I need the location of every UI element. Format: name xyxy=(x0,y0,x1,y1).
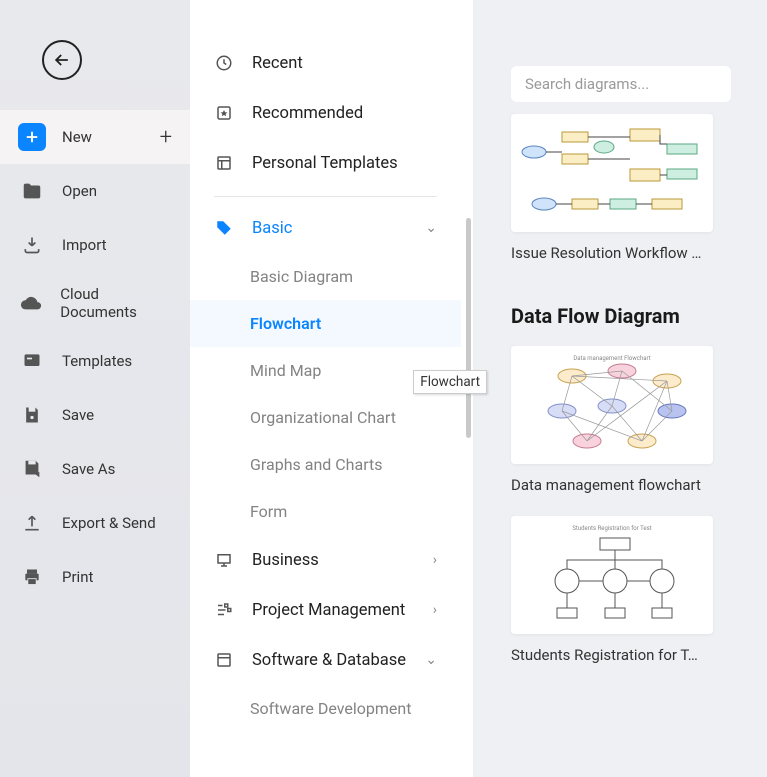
category-label: Project Management xyxy=(252,601,405,620)
category-recent[interactable]: Recent xyxy=(190,38,461,88)
category-personal-templates[interactable]: Personal Templates xyxy=(190,138,461,188)
svg-text:Students Registration for Test: Students Registration for Test xyxy=(572,525,651,532)
sidebar-item-label: Save xyxy=(62,406,94,424)
template-label: Issue Resolution Workflow … xyxy=(511,244,713,262)
sub-organizational-chart[interactable]: Organizational Chart xyxy=(190,394,461,441)
template-thumbnail xyxy=(511,114,713,232)
clock-icon xyxy=(214,53,234,73)
cloud-icon xyxy=(18,289,44,317)
section-title: Data Flow Diagram xyxy=(511,304,767,328)
scrollbar-thumb[interactable] xyxy=(466,218,471,438)
star-icon xyxy=(214,103,234,123)
sub-flowchart[interactable]: Flowchart xyxy=(190,300,461,347)
divider xyxy=(214,196,437,197)
tag-icon xyxy=(214,218,234,238)
save-as-icon xyxy=(18,455,46,483)
search-input[interactable] xyxy=(511,66,731,102)
presentation-icon xyxy=(214,550,234,570)
sidebar-item-label: Templates xyxy=(62,352,132,370)
category-recommended[interactable]: Recommended xyxy=(190,88,461,138)
category-label: Personal Templates xyxy=(252,154,398,173)
add-icon[interactable]: + xyxy=(160,125,172,150)
svg-text:Data management Flowchart: Data management Flowchart xyxy=(573,355,650,362)
sidebar-item-label: Cloud Documents xyxy=(60,285,172,321)
template-thumbnail: Students Registration for Test xyxy=(511,516,713,634)
template-thumbnail: Data management Flowchart xyxy=(511,346,713,464)
template-label: Data management flowchart xyxy=(511,476,713,494)
category-label: Basic xyxy=(252,219,292,238)
plus-square-icon xyxy=(18,123,46,151)
template-card-students-registration[interactable]: Students Registration for Test Students … xyxy=(511,516,713,664)
sidebar-item-label: New xyxy=(62,128,92,146)
category-label: Recommended xyxy=(252,104,363,123)
sidebar-item-cloud-documents[interactable]: Cloud Documents xyxy=(0,272,190,334)
chevron-right-icon: › xyxy=(433,602,437,618)
chevron-down-icon: ⌄ xyxy=(425,652,437,668)
category-basic[interactable]: Basic ⌄ xyxy=(190,203,461,253)
template-label: Students Registration for T… xyxy=(511,646,713,664)
category-software-database[interactable]: Software & Database ⌄ xyxy=(190,635,461,685)
sidebar-item-label: Save As xyxy=(62,460,115,478)
sidebar-item-save[interactable]: Save xyxy=(0,388,190,442)
category-business[interactable]: Business › xyxy=(190,535,461,585)
template-card-data-management[interactable]: Data management Flowchart Data managemen… xyxy=(511,346,713,494)
arrow-left-icon xyxy=(52,50,72,70)
sub-graphs-charts[interactable]: Graphs and Charts xyxy=(190,441,461,488)
save-icon xyxy=(18,401,46,429)
category-label: Business xyxy=(252,551,319,570)
sidebar-item-save-as[interactable]: Save As xyxy=(0,442,190,496)
templates-icon xyxy=(18,347,46,375)
sidebar-item-new[interactable]: New + xyxy=(0,110,190,164)
category-label: Software & Database xyxy=(252,651,406,670)
sidebar-item-import[interactable]: Import xyxy=(0,218,190,272)
back-button[interactable] xyxy=(42,40,82,80)
sub-software-development[interactable]: Software Development xyxy=(190,685,461,732)
sidebar-item-open[interactable]: Open xyxy=(0,164,190,218)
sidebar-item-label: Export & Send xyxy=(62,514,156,532)
tooltip: Flowchart xyxy=(413,370,487,394)
sub-form[interactable]: Form xyxy=(190,488,461,535)
sidebar-item-label: Print xyxy=(62,568,93,586)
sidebar-item-export-send[interactable]: Export & Send xyxy=(0,496,190,550)
export-icon xyxy=(18,509,46,537)
database-icon xyxy=(214,650,234,670)
template-card-issue-resolution[interactable]: Issue Resolution Workflow … xyxy=(511,114,713,262)
chevron-right-icon: › xyxy=(433,552,437,568)
sidebar-item-templates[interactable]: Templates xyxy=(0,334,190,388)
left-sidebar: New + Open Import Cloud Documents Templa… xyxy=(0,0,190,777)
print-icon xyxy=(18,563,46,591)
category-panel: Recent Recommended Personal Templates Ba… xyxy=(190,0,473,777)
sub-basic-diagram[interactable]: Basic Diagram xyxy=(190,253,461,300)
project-icon xyxy=(214,600,234,620)
sidebar-item-label: Import xyxy=(62,236,107,254)
category-project-management[interactable]: Project Management › xyxy=(190,585,461,635)
category-label: Recent xyxy=(252,54,303,73)
sidebar-item-label: Open xyxy=(62,182,97,200)
folder-icon xyxy=(18,177,46,205)
sidebar-item-print[interactable]: Print xyxy=(0,550,190,604)
import-icon xyxy=(18,231,46,259)
templates-panel: Issue Resolution Workflow … Data Flow Di… xyxy=(473,0,767,777)
chevron-down-icon: ⌄ xyxy=(425,220,437,236)
template-icon xyxy=(214,153,234,173)
